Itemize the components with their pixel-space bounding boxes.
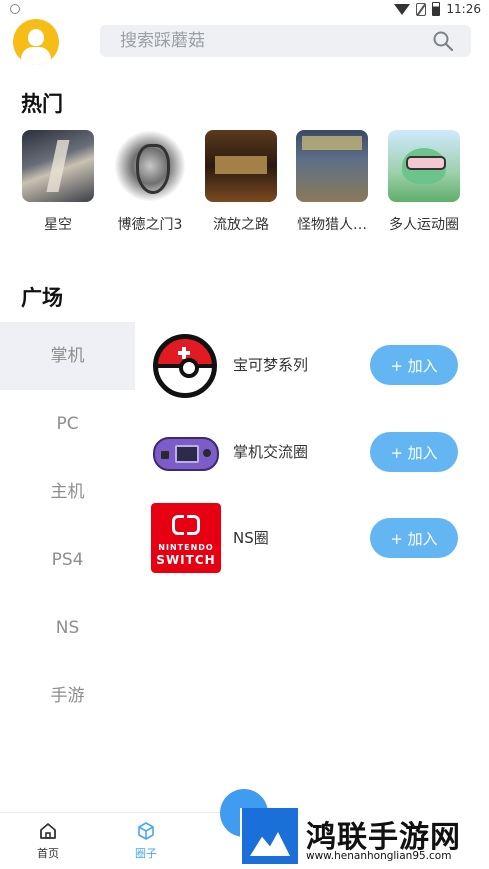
category-item-mobile[interactable]: 手游	[0, 662, 135, 730]
switch-logo-text-top: NINTENDO	[158, 543, 214, 552]
circle-name: 宝可梦系列	[233, 356, 309, 374]
hot-list: 星空 博德之门3 流放之路 怪物猎人… 多人运动圈	[0, 130, 489, 240]
multiplayer-thumb	[388, 130, 460, 202]
search-input[interactable]	[100, 25, 420, 57]
search-bar[interactable]	[100, 25, 471, 57]
hot-item-path-of-exile[interactable]: 流放之路	[193, 130, 289, 234]
gameboy-advance-icon	[151, 417, 221, 487]
battery-icon	[432, 2, 441, 16]
circle-list: 宝可梦系列 + 加入 掌机交流圈 + 加入 NINTENDO SWITCH NS…	[135, 322, 489, 582]
category-item-pc[interactable]: PC	[0, 390, 135, 458]
avatar-head	[28, 29, 44, 46]
join-button[interactable]: + 加入	[370, 432, 458, 472]
hot-item-label: 怪物猎人…	[297, 217, 367, 233]
nav-item-home[interactable]: 首页	[18, 821, 78, 861]
category-item-console[interactable]: 主机	[0, 458, 135, 526]
circle-name: 掌机交流圈	[233, 443, 309, 461]
nav-item-label: 圈子	[135, 847, 157, 860]
gameboy-button	[203, 449, 211, 457]
notification-icon	[10, 4, 20, 14]
hot-item-label: 流放之路	[213, 217, 269, 233]
nav-item-label: 首页	[37, 847, 59, 860]
gameboy-shape	[153, 437, 219, 471]
switch-logo-mark	[172, 515, 200, 535]
nintendo-switch-icon: NINTENDO SWITCH	[151, 503, 221, 573]
join-button[interactable]: + 加入	[370, 518, 458, 558]
path-of-exile-thumb	[205, 130, 277, 202]
status-bar: 11:26	[0, 0, 489, 20]
search-icon[interactable]	[433, 31, 453, 51]
hot-item-starfield[interactable]: 星空	[10, 130, 106, 234]
hot-item-multiplayer[interactable]: 多人运动圈	[376, 130, 472, 234]
circle-name: NS圈	[233, 529, 269, 547]
no-sim-icon	[416, 2, 427, 16]
circle-row[interactable]: 宝可梦系列 + 加入	[135, 330, 489, 402]
avatar-body	[21, 47, 51, 65]
category-item-ns[interactable]: NS	[0, 594, 135, 662]
status-indicators: 11:26	[394, 2, 481, 16]
square-section-title: 广场	[21, 286, 63, 310]
watermark-logo	[242, 808, 298, 864]
gameboy-dpad	[161, 451, 169, 459]
cube-icon	[138, 822, 154, 840]
nav-item-circle[interactable]: 圈子	[116, 821, 176, 861]
hot-item-monster-hunter[interactable]: 怪物猎人…	[284, 130, 380, 234]
hot-item-label: 博德之门3	[117, 217, 183, 233]
gameboy-screen	[175, 445, 199, 463]
starfield-thumb	[22, 130, 94, 202]
status-time: 11:26	[446, 2, 481, 16]
hot-section-title: 热门	[21, 92, 63, 116]
baldurs-gate-thumb	[114, 130, 186, 202]
category-item-ps4[interactable]: PS4	[0, 526, 135, 594]
monster-hunter-thumb	[296, 130, 368, 202]
watermark: 鸿联手游网 www.henanhonglian95.com	[240, 808, 489, 869]
wifi-icon	[394, 3, 411, 15]
join-button[interactable]: + 加入	[370, 345, 458, 385]
avatar[interactable]	[13, 19, 59, 65]
hot-item-label: 星空	[44, 217, 72, 233]
switch-logo-text-bottom: SWITCH	[156, 553, 216, 567]
pokeball-icon	[151, 330, 221, 400]
category-item-handheld[interactable]: 掌机	[0, 322, 135, 390]
circle-row[interactable]: 掌机交流圈 + 加入	[135, 417, 489, 489]
category-sidebar: 掌机 PC 主机 PS4 NS 手游	[0, 322, 135, 802]
switch-logo-box: NINTENDO SWITCH	[151, 503, 221, 573]
hot-item-label: 多人运动圈	[389, 217, 459, 233]
pokeball-cross	[178, 347, 190, 359]
watermark-url: www.henanhonglian95.com	[306, 850, 452, 862]
pokeball-shape	[153, 334, 217, 398]
home-icon	[40, 823, 56, 839]
circle-row[interactable]: NINTENDO SWITCH NS圈 + 加入	[135, 503, 489, 575]
hot-item-baldurs-gate[interactable]: 博德之门3	[102, 130, 198, 234]
